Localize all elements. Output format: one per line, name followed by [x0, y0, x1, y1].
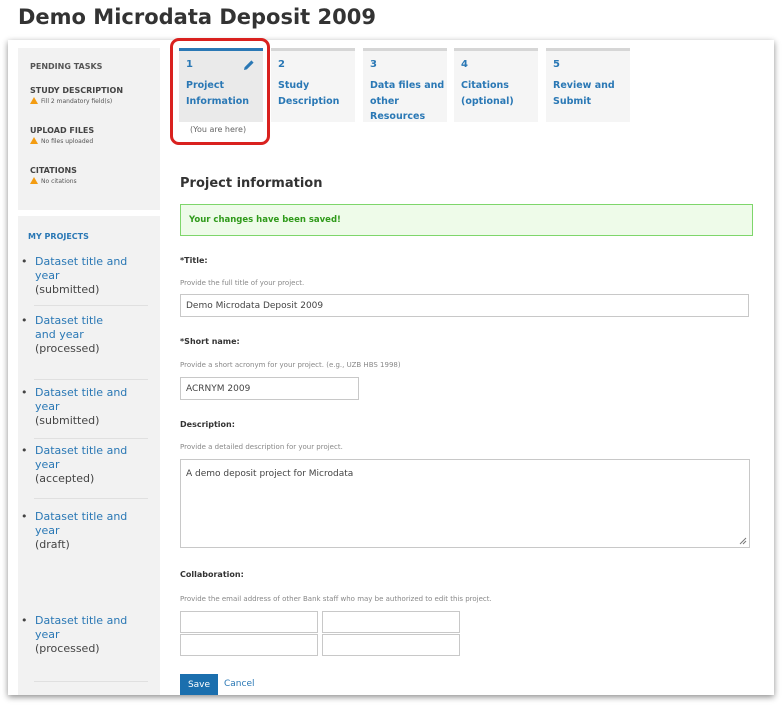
- step-number: 4: [461, 59, 468, 70]
- description-value: A demo deposit project for Microdata: [186, 469, 354, 479]
- cancel-link[interactable]: Cancel: [224, 679, 255, 689]
- collaborator-email-input[interactable]: [322, 611, 460, 633]
- warning-icon: [30, 177, 38, 184]
- project-link[interactable]: Dataset title and year: [35, 444, 127, 471]
- collaborator-email-input[interactable]: [322, 634, 460, 656]
- description-label: Description:: [180, 420, 235, 429]
- pending-task-title: CITATIONS: [30, 166, 77, 175]
- bullet-icon: •: [21, 255, 28, 268]
- step-label: Citations (optional): [461, 80, 514, 107]
- warning-icon: [30, 137, 38, 144]
- step-number: 5: [553, 59, 560, 70]
- success-message: Your changes have been saved!: [189, 215, 341, 225]
- divider: [34, 379, 148, 380]
- step-data-files[interactable]: 3 Data files and other Resources: [363, 48, 447, 122]
- pending-task-title: STUDY DESCRIPTION: [30, 86, 124, 95]
- pending-task-study-description[interactable]: STUDY DESCRIPTION Fill 2 mandatory field…: [30, 86, 123, 105]
- bullet-icon: •: [21, 614, 28, 627]
- collaboration-hint: Provide the email address of other Bank …: [180, 595, 492, 603]
- resize-grip-icon[interactable]: [739, 537, 747, 545]
- project-status: (submitted): [35, 283, 100, 296]
- step-label: Study Description: [278, 80, 340, 107]
- bullet-icon: •: [21, 510, 28, 523]
- pending-task-citations[interactable]: CITATIONS No citations: [30, 166, 77, 185]
- title-hint: Provide the full title of your project.: [180, 279, 305, 287]
- divider: [34, 305, 148, 306]
- page-title: Demo Microdata Deposit 2009: [18, 5, 376, 29]
- pending-task-title: UPLOAD FILES: [30, 126, 95, 135]
- warning-icon: [30, 97, 38, 104]
- highlight-box: [170, 38, 270, 145]
- collaboration-label: Collaboration:: [180, 570, 244, 579]
- step-citations[interactable]: 4 Citations (optional): [454, 48, 538, 122]
- project-link[interactable]: Dataset title and year: [35, 314, 103, 341]
- bullet-icon: •: [21, 314, 28, 327]
- pending-task-sub: No files uploaded: [41, 138, 94, 145]
- project-status: (processed): [35, 342, 100, 355]
- step-number: 3: [370, 59, 377, 70]
- pending-task-upload-files[interactable]: UPLOAD FILES No files uploaded: [30, 126, 94, 145]
- bullet-icon: •: [21, 444, 28, 457]
- divider: [34, 438, 148, 439]
- short-name-hint: Provide a short acronym for your project…: [180, 361, 401, 369]
- project-link[interactable]: Dataset title and year: [35, 255, 127, 282]
- project-link[interactable]: Dataset title and year: [35, 614, 127, 641]
- project-status: (processed): [35, 642, 100, 655]
- short-name-input[interactable]: [180, 377, 359, 400]
- success-alert: Your changes have been saved!: [180, 204, 753, 236]
- divider: [34, 681, 148, 682]
- step-label: Review and Submit: [553, 80, 615, 107]
- description-textarea[interactable]: A demo deposit project for Microdata: [180, 459, 750, 548]
- collaborator-email-input[interactable]: [180, 611, 318, 633]
- title-input[interactable]: [180, 294, 749, 317]
- step-number: 2: [278, 59, 285, 70]
- my-projects-header: MY PROJECTS: [28, 232, 89, 241]
- project-status: (accepted): [35, 472, 95, 485]
- collaborator-email-input[interactable]: [180, 634, 318, 656]
- divider: [34, 498, 148, 499]
- step-study-description[interactable]: 2 Study Description: [271, 48, 355, 122]
- bullet-icon: •: [21, 386, 28, 399]
- project-status: (submitted): [35, 414, 100, 427]
- pending-task-sub: No citations: [41, 178, 77, 185]
- project-link[interactable]: Dataset title and year: [35, 386, 127, 413]
- save-button[interactable]: Save: [180, 674, 218, 695]
- short-name-label: *Short name:: [180, 337, 240, 346]
- title-label: *Title:: [180, 256, 208, 265]
- section-title: Project information: [180, 176, 323, 191]
- pending-tasks-header: PENDING TASKS: [30, 62, 103, 71]
- pending-task-sub: Fill 2 mandatory field(s): [41, 98, 113, 105]
- pending-tasks-panel: PENDING TASKS STUDY DESCRIPTION Fill 2 m…: [18, 48, 160, 210]
- my-projects-panel: MY PROJECTS • Dataset title and year (sub…: [18, 216, 160, 695]
- project-status: (draft): [35, 538, 70, 551]
- step-review-submit[interactable]: 5 Review and Submit: [546, 48, 630, 122]
- description-hint: Provide a detailed description for your …: [180, 443, 343, 451]
- project-link[interactable]: Dataset title and year: [35, 510, 127, 537]
- step-label: Data files and other Resources: [370, 80, 445, 122]
